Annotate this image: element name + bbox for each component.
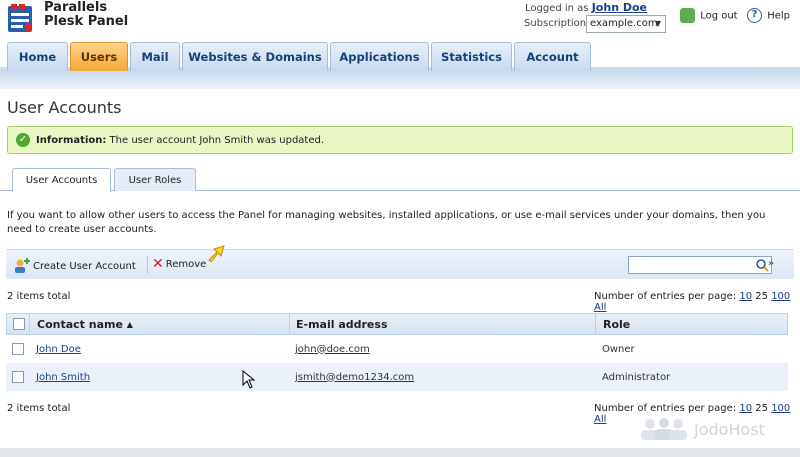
- column-role[interactable]: Role: [603, 314, 630, 334]
- remove-icon: ✕: [152, 256, 164, 272]
- per-page-25: 25: [755, 291, 768, 302]
- per-page-label: Number of entries per page:: [594, 291, 737, 302]
- search-icon[interactable]: [755, 258, 769, 272]
- help-button[interactable]: ? Help: [747, 8, 790, 23]
- user-name-link[interactable]: John Doe: [592, 1, 647, 14]
- email-link[interactable]: jsmith@demo1234.com: [295, 372, 414, 383]
- footer-band: [0, 448, 800, 457]
- tab-websites-domains[interactable]: Websites & Domains: [182, 42, 328, 71]
- remove-label: Remove: [165, 258, 207, 270]
- create-user-account-button[interactable]: Create User Account: [14, 258, 136, 274]
- tab-users[interactable]: Users: [70, 42, 128, 71]
- subscription-select[interactable]: example.com ▼: [586, 15, 666, 33]
- subscription-label: Subscription: [524, 18, 587, 29]
- app-title: Parallels Plesk Panel: [44, 1, 128, 29]
- page-description: If you want to allow other users to acce…: [7, 210, 766, 235]
- subtab-user-roles[interactable]: User Roles: [114, 168, 196, 191]
- page-title: User Accounts: [7, 98, 122, 117]
- users-group-icon: [641, 418, 687, 440]
- tab-mail[interactable]: Mail: [130, 42, 180, 71]
- info-text: The user account John Smith was updated.: [109, 134, 325, 146]
- role-value: Administrator: [602, 371, 671, 383]
- table-header: Contact name ▲ E-mail address Role: [6, 313, 788, 335]
- table-row: John Doe john@doe.com Owner: [6, 335, 788, 363]
- tab-statistics[interactable]: Statistics: [431, 42, 512, 71]
- column-email[interactable]: E-mail address: [296, 314, 388, 334]
- subscription-value: example.com: [590, 18, 658, 29]
- email-link[interactable]: john@doe.com: [295, 344, 370, 355]
- row-checkbox[interactable]: [12, 363, 24, 391]
- logged-in-label: Logged in as: [525, 3, 589, 14]
- main-nav: Home Users Mail Websites & Domains Appli…: [0, 41, 800, 71]
- per-page-25: 25: [755, 403, 768, 414]
- app-title-line2: Plesk Panel: [44, 14, 129, 29]
- contact-name-link[interactable]: John Smith: [36, 372, 90, 383]
- per-page-10[interactable]: 10: [739, 291, 752, 302]
- remove-button[interactable]: ✕ Remove: [152, 256, 207, 272]
- logout-button[interactable]: Log out: [680, 8, 738, 23]
- chevron-down-icon: ▼: [654, 19, 661, 28]
- plesk-logo-icon: [7, 3, 35, 33]
- info-bold: Information:: [36, 134, 107, 146]
- sort-asc-icon: ▲: [126, 319, 133, 329]
- users-table: Contact name ▲ E-mail address Role John …: [6, 313, 788, 391]
- logout-label: Log out: [700, 10, 738, 22]
- watermark: JodoHost: [638, 417, 765, 441]
- tab-account[interactable]: Account: [514, 42, 591, 71]
- toolbar-divider: [147, 256, 148, 274]
- per-page-10[interactable]: 10: [739, 403, 752, 414]
- contact-name-link[interactable]: John Doe: [36, 344, 81, 355]
- create-user-account-label: Create User Account: [33, 260, 136, 272]
- tab-applications[interactable]: Applications: [330, 42, 429, 71]
- items-total-top: 2 items total: [7, 291, 71, 302]
- pointer-arrow-icon: [207, 244, 227, 265]
- search-input[interactable]: [628, 256, 772, 274]
- mouse-cursor-icon: [242, 369, 256, 393]
- per-page-all[interactable]: All: [594, 302, 606, 313]
- column-contact-name[interactable]: Contact name ▲: [37, 314, 133, 334]
- table-row: John Smith jsmith@demo1234.com Administr…: [6, 363, 788, 391]
- toolbar: Create User Account ✕ Remove »: [6, 245, 794, 279]
- subtab-user-accounts[interactable]: User Accounts: [12, 168, 111, 192]
- expand-search-icon[interactable]: »: [768, 258, 774, 269]
- row-checkbox[interactable]: [12, 335, 24, 363]
- nav-band: [0, 71, 800, 89]
- info-message: ✓ Information: The user account John Smi…: [7, 126, 793, 154]
- add-user-icon: [15, 258, 30, 273]
- app-title-line1: Parallels: [44, 0, 108, 15]
- per-page-label: Number of entries per page:: [594, 403, 737, 414]
- select-all-checkbox[interactable]: [13, 314, 25, 334]
- login-info: Logged in as John Doe: [525, 1, 647, 14]
- help-icon: ?: [747, 8, 762, 23]
- watermark-text: JodoHost: [694, 419, 765, 439]
- header: Parallels Plesk Panel Logged in as John …: [0, 0, 800, 42]
- help-label: Help: [767, 10, 790, 22]
- per-page-all[interactable]: All: [594, 414, 606, 425]
- per-page-top: Number of entries per page: 10 25 100 Al…: [594, 291, 800, 313]
- role-value: Owner: [602, 343, 635, 355]
- per-page-100[interactable]: 100: [771, 403, 790, 414]
- items-total-bottom: 2 items total: [7, 403, 71, 414]
- tab-home[interactable]: Home: [7, 42, 68, 71]
- logout-icon: [680, 8, 695, 23]
- per-page-100[interactable]: 100: [771, 291, 790, 302]
- check-icon: ✓: [16, 133, 30, 147]
- subtabs: User Accounts User Roles: [0, 167, 800, 192]
